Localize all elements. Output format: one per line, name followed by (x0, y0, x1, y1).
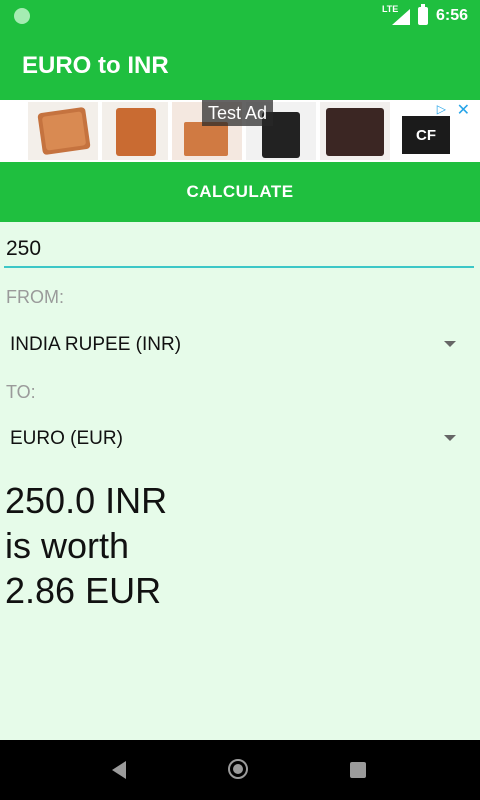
battery-icon (417, 4, 428, 25)
ad-banner[interactable]: Test Ad ▷ ✕ CF (0, 100, 480, 162)
to-currency-dropdown[interactable]: EURO (EUR) (0, 414, 470, 464)
brand-logo: CF (402, 116, 450, 154)
status-time: 6:56 (435, 7, 468, 24)
home-icon[interactable] (228, 759, 248, 779)
amount-input[interactable] (4, 232, 474, 268)
test-ad-label: Test Ad (202, 100, 274, 126)
from-label: FROM: (6, 287, 64, 307)
app-title: EURO to INR (22, 52, 169, 79)
app-bar: EURO to INR (0, 32, 480, 100)
signal-icon: LTE (382, 4, 410, 26)
calculate-button[interactable]: CALCULATE (0, 162, 480, 222)
result-line-3: 2.86 EUR (5, 570, 162, 611)
status-bar: LTE 6:56 (0, 0, 480, 32)
close-icon[interactable]: ✕ (457, 100, 470, 120)
to-label: TO: (6, 382, 36, 402)
notification-icon (14, 8, 30, 24)
recent-apps-icon[interactable] (350, 762, 366, 778)
from-currency-value: INDIA RUPEE (INR) (10, 334, 182, 355)
signal-bars (391, 9, 410, 25)
result-line-1: 250.0 INR (5, 480, 168, 521)
status-icons: LTE 6:56 (382, 0, 468, 32)
result-line-2: is worth (5, 525, 130, 566)
dropdown-arrow-icon (444, 341, 456, 347)
ad-choices-icon[interactable]: ▷ (437, 102, 446, 116)
from-currency-dropdown[interactable]: INDIA RUPEE (INR) (0, 320, 470, 370)
dropdown-arrow-icon (444, 435, 456, 441)
navigation-bar (0, 740, 480, 800)
to-currency-value: EURO (EUR) (10, 428, 123, 449)
back-icon[interactable] (112, 761, 126, 779)
conversion-result: 250.0 INR is worth 2.86 EUR (5, 478, 167, 613)
